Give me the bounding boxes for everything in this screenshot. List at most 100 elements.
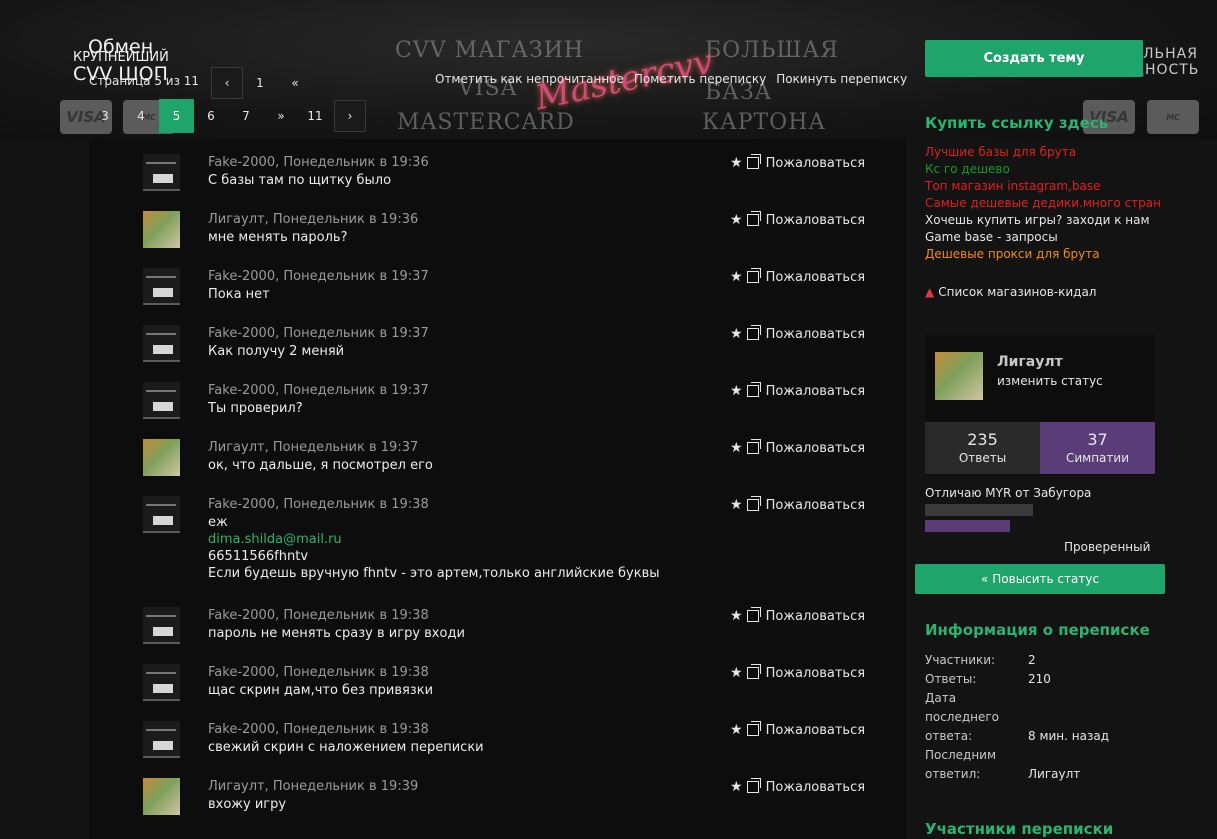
star-icon[interactable]: ★ — [730, 383, 743, 399]
report-link[interactable]: Пожаловаться — [766, 441, 866, 456]
message-text: вхожу игру — [208, 797, 287, 812]
pagination-page-active[interactable]: 5 — [159, 99, 194, 133]
report-link[interactable]: Пожаловаться — [766, 723, 866, 738]
likes-stat[interactable]: 37 Симпатии — [1040, 422, 1155, 474]
pagination-page[interactable]: 3 — [90, 100, 120, 132]
star-icon[interactable]: ★ — [730, 440, 743, 456]
message-actions: ★ Пожаловаться — [730, 607, 866, 624]
buy-link-heading[interactable]: Купить ссылку здесь — [925, 114, 1108, 132]
copy-icon[interactable] — [746, 664, 761, 679]
ad-link[interactable]: Дешевые прокси для брута — [925, 247, 1100, 261]
star-icon[interactable]: ★ — [730, 722, 743, 738]
avatar[interactable] — [143, 778, 180, 815]
pagination-page[interactable]: 7 — [231, 100, 261, 132]
message-meta[interactable]: Fake-2000, Понедельник в 19:38 — [208, 608, 429, 623]
avatar[interactable] — [143, 439, 180, 476]
avatar[interactable] — [143, 496, 180, 533]
avatar[interactable] — [143, 721, 180, 758]
pagination-first[interactable]: « — [280, 67, 310, 99]
leave-conversation-link[interactable]: Покинуть переписку — [776, 72, 907, 86]
ad-link[interactable]: Кс го дешево — [925, 162, 1010, 176]
copy-icon[interactable] — [746, 211, 761, 226]
info-label: Ответы: — [925, 672, 977, 686]
star-icon[interactable]: ★ — [730, 212, 743, 228]
star-icon[interactable]: ★ — [730, 665, 743, 681]
profile-name[interactable]: Лигаулт — [997, 354, 1063, 370]
raise-status-button[interactable]: «Повысить статус — [915, 564, 1165, 594]
message-meta[interactable]: Fake-2000, Понедельник в 19:37 — [208, 326, 429, 341]
copy-icon[interactable] — [746, 382, 761, 397]
copy-icon[interactable] — [746, 268, 761, 283]
pagination-page[interactable]: 1 — [245, 67, 275, 99]
copy-icon[interactable] — [746, 154, 761, 169]
create-thread-button[interactable]: Создать тему — [925, 40, 1143, 77]
star-icon[interactable]: ★ — [730, 608, 743, 624]
star-icon[interactable]: ★ — [730, 269, 743, 285]
message-meta[interactable]: Fake-2000, Понедельник в 19:38 — [208, 665, 429, 680]
answers-stat[interactable]: 235 Ответы — [925, 422, 1040, 474]
message-meta[interactable]: Лигаулт, Понедельник в 19:39 — [208, 779, 418, 794]
ad-link[interactable]: Хочешь купить игры? заходи к нам — [925, 213, 1150, 227]
message-meta[interactable]: Fake-2000, Понедельник в 19:38 — [208, 722, 429, 737]
message-meta[interactable]: Лигаулт, Понедельник в 19:36 — [208, 212, 418, 227]
pagination-prev[interactable]: ‹ — [211, 67, 243, 99]
copy-icon[interactable] — [746, 721, 761, 736]
message-meta[interactable]: Fake-2000, Понедельник в 19:36 — [208, 155, 429, 170]
banner-word: КАРТОНА — [702, 110, 827, 135]
message-meta[interactable]: Fake-2000, Понедельник в 19:37 — [208, 383, 429, 398]
ad-link[interactable]: Лучшие базы для брута — [925, 145, 1076, 159]
avatar[interactable] — [935, 352, 983, 400]
avatar[interactable] — [143, 664, 180, 701]
report-link[interactable]: Пожаловаться — [766, 156, 866, 171]
message-meta[interactable]: Fake-2000, Понедельник в 19:38 — [208, 497, 429, 512]
info-value[interactable]: Лигаулт — [1028, 767, 1080, 781]
participants-heading: Участники переписки — [925, 820, 1114, 838]
copy-icon[interactable] — [746, 325, 761, 340]
scam-list-link[interactable]: ▲ Список магазинов-кидал — [925, 285, 1096, 299]
report-link[interactable]: Пожаловаться — [766, 384, 866, 399]
ad-link[interactable]: Самые дешевые дедики.много стран — [925, 196, 1161, 210]
avatar[interactable] — [143, 211, 180, 248]
avatar[interactable] — [143, 325, 180, 362]
avatar[interactable] — [143, 268, 180, 305]
email-link[interactable]: dima.shilda@mail.ru — [208, 531, 660, 548]
message-actions: ★ Пожаловаться — [730, 325, 866, 342]
change-status-link[interactable]: изменить статус — [997, 374, 1103, 388]
report-link[interactable]: Пожаловаться — [766, 213, 866, 228]
progress-bar — [925, 504, 1033, 516]
star-icon[interactable]: ★ — [730, 326, 743, 342]
pagination-next[interactable]: › — [334, 100, 366, 132]
copy-icon[interactable] — [746, 439, 761, 454]
ad-link[interactable]: Топ магазин instagram,base — [925, 179, 1101, 193]
pagination-page[interactable]: 6 — [196, 100, 226, 132]
pagination-page[interactable]: 4 — [126, 100, 156, 132]
page-info: Страница 5 из 11 — [89, 74, 200, 88]
report-link[interactable]: Пожаловаться — [766, 780, 866, 795]
avatar[interactable] — [143, 607, 180, 644]
report-link[interactable]: Пожаловаться — [766, 270, 866, 285]
copy-icon[interactable] — [746, 496, 761, 511]
mark-unread-link[interactable]: Отметить как непрочитанное — [435, 72, 624, 86]
pagination-page[interactable]: 11 — [300, 100, 330, 132]
pagination-last-jump[interactable]: » — [266, 100, 296, 132]
copy-icon[interactable] — [746, 778, 761, 793]
report-link[interactable]: Пожаловаться — [766, 327, 866, 342]
star-icon[interactable]: ★ — [730, 497, 743, 513]
star-icon[interactable]: ★ — [730, 779, 743, 795]
report-link[interactable]: Пожаловаться — [766, 498, 866, 513]
avatar[interactable] — [143, 154, 180, 191]
message-meta[interactable]: Лигаулт, Понедельник в 19:37 — [208, 440, 418, 455]
message-actions: ★ Пожаловаться — [730, 439, 866, 456]
message-list: Fake-2000, Понедельник в 19:36 С базы та… — [89, 139, 906, 839]
avatar[interactable] — [143, 382, 180, 419]
star-icon[interactable]: ★ — [730, 155, 743, 171]
info-label: ответил: — [925, 767, 981, 781]
copy-icon[interactable] — [746, 607, 761, 622]
report-link[interactable]: Пожаловаться — [766, 666, 866, 681]
message-meta[interactable]: Fake-2000, Понедельник в 19:37 — [208, 269, 429, 284]
ad-link[interactable]: Game base - запросы — [925, 230, 1058, 244]
mark-conversation-link[interactable]: Пометить переписку — [634, 72, 766, 86]
info-label: Участники: — [925, 653, 996, 667]
user-title: Отличаю MYR от Забугора — [925, 486, 1092, 500]
report-link[interactable]: Пожаловаться — [766, 609, 866, 624]
